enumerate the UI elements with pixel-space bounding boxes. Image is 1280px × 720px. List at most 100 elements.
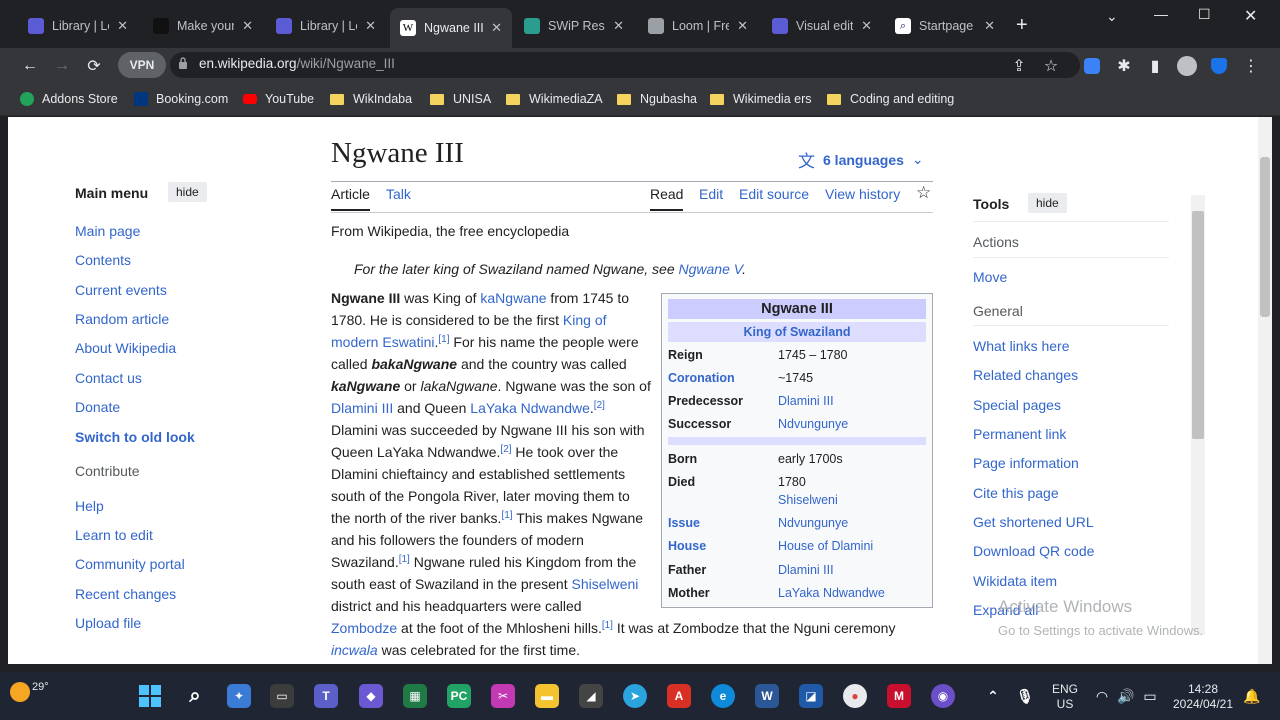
link-shiselweni[interactable]: Shiselweni <box>571 576 638 592</box>
link-zombodze[interactable]: Zombodze <box>331 620 397 636</box>
tab-search-icon[interactable]: ⌄ <box>1106 8 1118 25</box>
bookmark-item[interactable]: Booking.com <box>134 91 228 107</box>
infobox-value[interactable]: House of Dlamini <box>778 539 873 553</box>
bookmark-item[interactable]: Ngubasha <box>617 91 697 107</box>
forward-arrow-icon[interactable]: → <box>50 54 74 78</box>
telegram-icon[interactable]: ➤ <box>623 684 647 708</box>
tab-close-icon[interactable]: ✕ <box>242 18 253 34</box>
password-manager-icon[interactable] <box>1084 58 1100 74</box>
share-icon[interactable]: ⇪ <box>1007 54 1031 78</box>
infobox-label[interactable]: Coronation <box>668 371 735 385</box>
back-arrow-icon[interactable]: ← <box>18 54 42 78</box>
bookmark-item[interactable]: Coding and editing <box>827 91 954 107</box>
tab-close-icon[interactable]: ✕ <box>613 18 624 34</box>
app-icon[interactable]: ◆ <box>359 684 383 708</box>
contribute-link[interactable]: Recent changes <box>75 586 176 602</box>
lock-icon[interactable] <box>178 57 188 69</box>
tool-link[interactable]: Special pages <box>973 397 1061 413</box>
tab-close-icon[interactable]: ✕ <box>984 18 995 34</box>
contribute-link[interactable]: Community portal <box>75 556 185 572</box>
tab-edit-source[interactable]: Edit source <box>739 186 809 209</box>
edge-icon[interactable]: e <box>711 684 735 708</box>
infobox-label[interactable]: Issue <box>668 516 700 530</box>
minimize-button[interactable]: — <box>1154 6 1168 22</box>
watch-star-icon[interactable]: ☆ <box>916 183 931 210</box>
main-menu-link[interactable]: Contact us <box>75 370 142 386</box>
infobox-value[interactable]: Dlamini III <box>778 563 834 577</box>
battery-icon[interactable]: ▭ <box>1138 684 1162 708</box>
tab-close-icon[interactable]: ✕ <box>365 18 376 34</box>
notification-bell-icon[interactable]: 🔔 <box>1240 684 1264 708</box>
hatnote-link-ngwane-v[interactable]: Ngwane V <box>679 261 743 277</box>
browser-tab[interactable]: Make your ✕ <box>143 10 263 42</box>
tool-link[interactable]: Get shortened URL <box>973 514 1094 530</box>
browser-tab[interactable]: W Ngwane III ✕ <box>390 8 512 48</box>
infobox-value-place[interactable]: Shiselweni <box>778 493 838 507</box>
profile-avatar-icon[interactable] <box>1177 56 1197 76</box>
mcafee-icon[interactable]: M <box>887 684 911 708</box>
contribute-link[interactable]: Learn to edit <box>75 527 153 543</box>
tab-close-icon[interactable]: ✕ <box>117 18 128 34</box>
bookmark-item[interactable]: Addons Store <box>20 91 118 107</box>
tab-view-history[interactable]: View history <box>825 186 900 209</box>
main-menu-link[interactable]: Contents <box>75 252 131 268</box>
tools-scrollbar-thumb[interactable] <box>1192 211 1204 439</box>
browser-tab[interactable]: Library | Le ✕ <box>18 10 138 42</box>
volume-icon[interactable]: 🔊 <box>1114 684 1138 708</box>
app-blue-icon[interactable]: ◪ <box>799 684 823 708</box>
snipping-icon[interactable]: ✂ <box>491 684 515 708</box>
pycharm-icon[interactable]: PC <box>447 684 471 708</box>
file-explorer-icon[interactable]: ▬ <box>535 684 559 708</box>
contribute-link[interactable]: Help <box>75 498 104 514</box>
clock[interactable]: 14:28 2024/04/21 <box>1168 682 1238 712</box>
tool-link[interactable]: Related changes <box>973 367 1078 383</box>
inkscape-icon[interactable]: ◢ <box>579 684 603 708</box>
app-purple-icon[interactable]: ◉ <box>931 684 955 708</box>
languages-button[interactable]: 文 6 languages ⌄ <box>798 147 924 172</box>
tool-link[interactable]: Wikidata item <box>973 573 1057 589</box>
chrome-icon[interactable]: ● <box>843 684 867 708</box>
chevron-up-icon[interactable]: ⌃ <box>981 684 1005 708</box>
vpn-button[interactable]: VPN <box>118 52 166 78</box>
maximize-button[interactable]: ☐ <box>1198 6 1211 23</box>
task-view-icon[interactable]: ▭ <box>270 684 294 708</box>
tab-close-icon[interactable]: ✕ <box>737 18 748 34</box>
link-king-of-eswatini[interactable]: King of modern Eswatini <box>331 312 607 350</box>
bookmark-star-icon[interactable]: ☆ <box>1039 54 1063 78</box>
browser-tab[interactable]: Library | Le ✕ <box>266 10 386 42</box>
word-icon[interactable]: W <box>755 684 779 708</box>
infobox-value[interactable]: LaYaka Ndwandwe <box>778 586 885 600</box>
teams-icon[interactable]: T <box>314 684 338 708</box>
reload-icon[interactable]: ⟳ <box>82 54 106 78</box>
tool-link[interactable]: Permanent link <box>973 426 1066 442</box>
tab-talk[interactable]: Talk <box>386 186 411 209</box>
tab-read[interactable]: Read <box>650 186 684 211</box>
new-tab-button[interactable]: + <box>1016 14 1028 37</box>
extensions-puzzle-icon[interactable]: ✱ <box>1112 54 1136 78</box>
tool-move-link[interactable]: Move <box>973 269 1007 285</box>
browser-tab[interactable]: ⌕ Startpage ✕ <box>885 10 1005 42</box>
tab-close-icon[interactable]: ✕ <box>861 18 872 34</box>
infobox-value[interactable]: Ndvungunye <box>778 417 848 431</box>
bookmark-item[interactable]: YouTube <box>243 91 314 107</box>
windows-start-icon[interactable] <box>138 684 162 708</box>
main-menu-link[interactable]: Current events <box>75 282 167 298</box>
browser-tab[interactable]: Visual edit ✕ <box>762 10 882 42</box>
tool-link[interactable]: What links here <box>973 338 1069 354</box>
close-window-button[interactable]: ✕ <box>1244 6 1257 26</box>
tools-hide-button[interactable]: hide <box>1028 193 1067 213</box>
main-menu-hide-button[interactable]: hide <box>168 182 207 202</box>
shield-extension-icon[interactable] <box>1211 58 1227 74</box>
contribute-link[interactable]: Upload file <box>75 615 141 631</box>
wifi-icon[interactable]: ◠ <box>1090 684 1114 708</box>
bookmark-item[interactable]: UNISA <box>430 91 491 107</box>
link-layaka-ndwandwe[interactable]: LaYaka Ndwandwe <box>470 400 590 416</box>
tab-close-icon[interactable]: ✕ <box>491 20 502 36</box>
infobox-label[interactable]: House <box>668 539 706 553</box>
language-indicator[interactable]: ENG US <box>1050 682 1080 712</box>
main-menu-link[interactable]: Random article <box>75 311 169 327</box>
main-menu-link[interactable]: Donate <box>75 399 120 415</box>
acrobat-icon[interactable]: A <box>667 684 691 708</box>
microphone-icon[interactable]: 🎙 <box>1013 684 1037 708</box>
link-incwala[interactable]: incwala <box>331 642 378 658</box>
